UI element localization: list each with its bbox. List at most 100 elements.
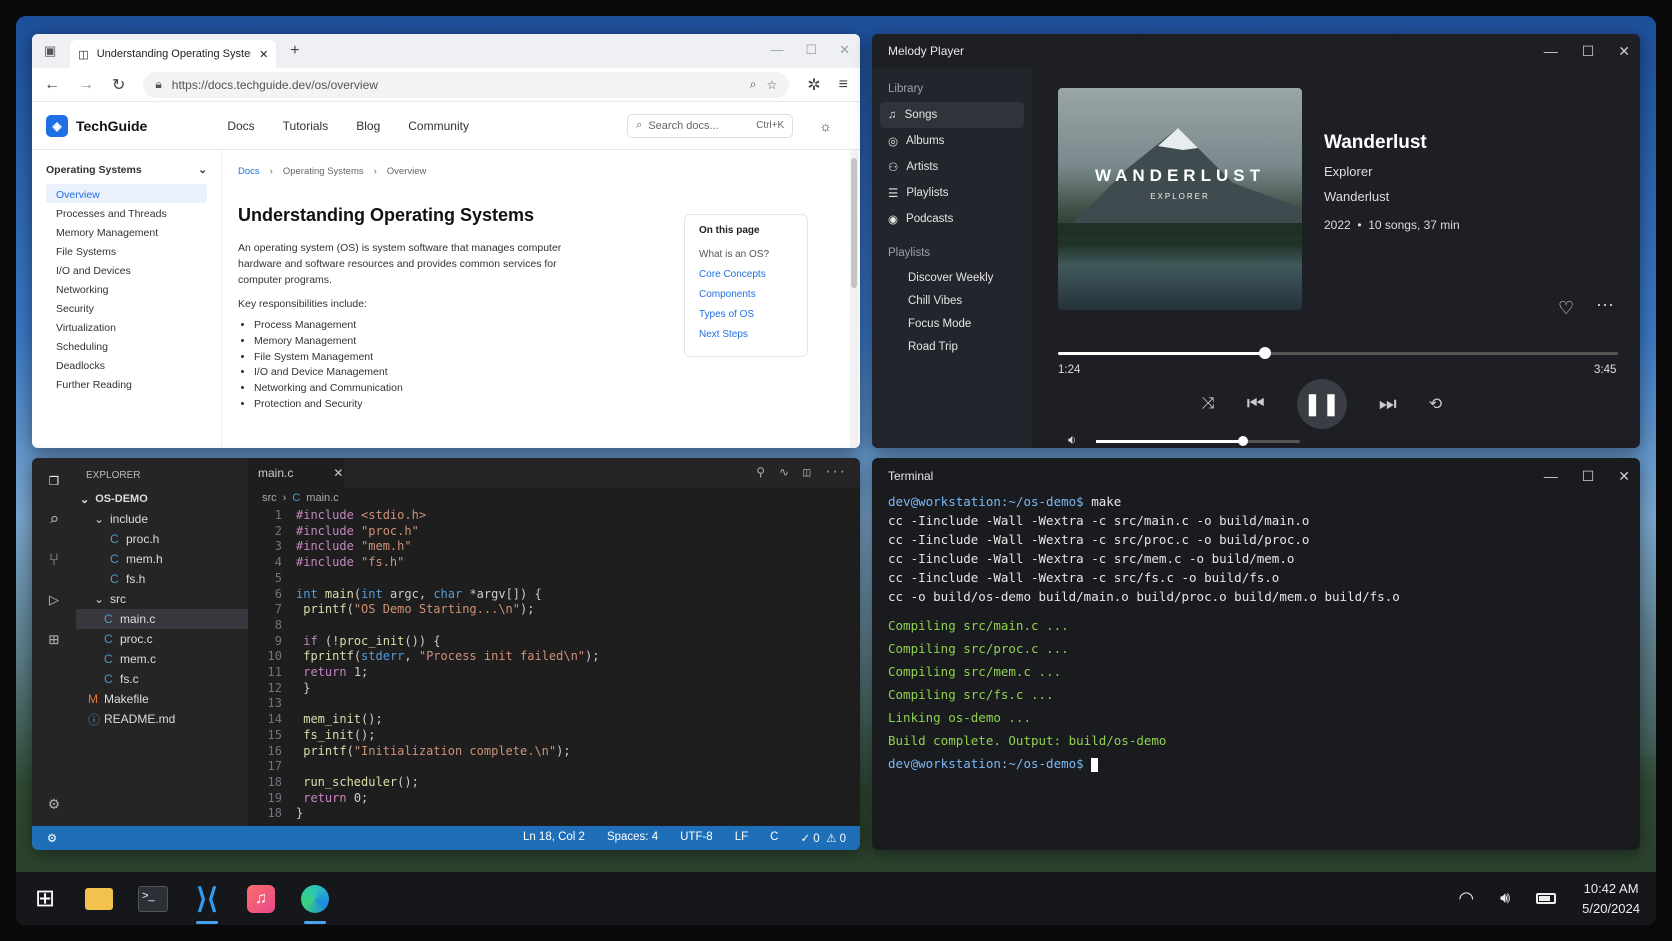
forward-icon[interactable]: →	[78, 76, 94, 94]
tree-item[interactable]: ⓘ README.md	[76, 709, 248, 729]
sidebar-section[interactable]: Operating Systems ⌄	[46, 164, 207, 176]
next-icon[interactable]: ⏭︎	[1379, 393, 1397, 416]
tree-item[interactable]: ⌄ src	[76, 589, 248, 609]
sidebar-item[interactable]: Networking	[46, 279, 207, 298]
browser-tab[interactable]: ◫ Understanding Operating System ✕	[70, 40, 277, 68]
album-name[interactable]: Wanderlust	[1324, 189, 1460, 204]
crumb-file[interactable]: main.c	[306, 492, 338, 504]
remote-icon[interactable]: ⚙	[32, 831, 72, 845]
sidebar-item[interactable]: Overview	[46, 184, 207, 203]
playlist-item[interactable]: Chill Vibes	[880, 289, 1024, 312]
playlist-item[interactable]: Discover Weekly	[880, 266, 1024, 289]
extensions-icon[interactable]: ⊞	[49, 630, 59, 650]
sidebar-item[interactable]: Security	[46, 298, 207, 317]
editor-tab[interactable]: main.c ✕	[248, 458, 344, 488]
zoom-icon[interactable]: ⌕	[750, 77, 757, 92]
toc-link[interactable]: What is an OS?	[699, 249, 793, 269]
code-editor-app-icon[interactable]: ⟩⟨	[190, 882, 224, 924]
run-debug-icon[interactable]: ▷	[49, 590, 59, 610]
artist-name[interactable]: Explorer	[1324, 164, 1460, 179]
breadcrumb-os[interactable]: Operating Systems	[283, 166, 364, 177]
cursor-position[interactable]: Ln 18, Col 2	[523, 831, 585, 845]
library-item[interactable]: ◎ Albums	[880, 128, 1024, 154]
minimize-icon[interactable]: —	[1544, 468, 1558, 484]
sidebar-item[interactable]: File Systems	[46, 241, 207, 260]
close-icon[interactable]: ✕	[1618, 43, 1630, 60]
docs-search-input[interactable]: ⌕ Search docs... Ctrl+K	[627, 113, 794, 138]
compare-icon[interactable]: ∿	[779, 465, 789, 479]
nav-tutorials[interactable]: Tutorials	[283, 119, 329, 133]
tree-item[interactable]: M Makefile	[76, 689, 248, 709]
minimize-icon[interactable]: —	[770, 42, 783, 58]
sidebar-item[interactable]: Virtualization	[46, 317, 207, 336]
theme-toggle-icon[interactable]: ☼	[819, 118, 832, 134]
language-mode[interactable]: C	[770, 831, 778, 845]
search-icon[interactable]: ⌕	[49, 510, 59, 530]
repeat-icon[interactable]: ⟲	[1429, 394, 1442, 414]
music-app-icon[interactable]: ♫	[244, 882, 278, 916]
code-editor[interactable]: 1 #include <stdio.h> 2 #include "proc.h" 3…	[248, 508, 860, 826]
favorite-icon[interactable]: ☆	[766, 78, 777, 92]
library-item[interactable]: ♫ Songs	[880, 102, 1024, 128]
reload-icon[interactable]: ↻	[112, 75, 125, 95]
tree-item[interactable]: Cproc.h	[76, 529, 248, 549]
tab-actions-icon[interactable]: ▣	[44, 43, 56, 59]
battery-icon[interactable]	[1536, 893, 1557, 904]
close-tab-icon[interactable]: ✕	[333, 466, 343, 480]
line-ending[interactable]: LF	[735, 831, 748, 845]
previous-icon[interactable]: ⏮︎	[1247, 393, 1265, 416]
new-tab-icon[interactable]: +	[290, 42, 299, 60]
library-item[interactable]: ◉ Podcasts	[880, 206, 1024, 232]
settings-gear-icon[interactable]: ⚙	[49, 794, 59, 814]
clock[interactable]: 10:42 AM 5/20/2024	[1582, 879, 1640, 919]
toc-link[interactable]: Next Steps	[699, 329, 793, 349]
scrollbar[interactable]	[850, 150, 858, 448]
terminal-output[interactable]: dev@workstation:~/os-demo$ make cc -Iinc…	[872, 494, 1640, 779]
sidebar-item[interactable]: Processes and Threads	[46, 203, 207, 222]
library-item[interactable]: ☰ Playlists	[880, 180, 1024, 206]
sidebar-item[interactable]: Further Reading	[46, 374, 207, 393]
volume-icon[interactable]: 🔊︎	[1500, 890, 1510, 908]
tree-item[interactable]: Cfs.h	[76, 569, 248, 589]
back-icon[interactable]: ←	[44, 76, 60, 94]
start-icon[interactable]: ⊞	[28, 882, 62, 916]
tree-item[interactable]: ⌄ include	[76, 509, 248, 529]
file-explorer-icon[interactable]	[82, 882, 116, 916]
sidebar-item[interactable]: I/O and Devices	[46, 260, 207, 279]
pause-button[interactable]: ❚❚	[1296, 379, 1347, 429]
source-control-icon[interactable]: ⑂	[49, 550, 59, 570]
volume-slider[interactable]	[1096, 436, 1300, 446]
tree-item[interactable]: Cfs.c	[76, 669, 248, 689]
tree-item[interactable]: Cmem.h	[76, 549, 248, 569]
maximize-icon[interactable]: ☐	[1582, 468, 1595, 485]
more-options-icon[interactable]: ···	[1596, 294, 1614, 315]
nav-docs[interactable]: Docs	[227, 119, 254, 133]
toc-link[interactable]: Core Concepts	[699, 269, 793, 289]
crumb-folder[interactable]: src	[262, 492, 277, 504]
open-changes-icon[interactable]: ⚲	[756, 465, 765, 479]
files-icon[interactable]: ❐	[49, 470, 59, 490]
playlist-item[interactable]: Road Trip	[880, 335, 1024, 358]
tree-item[interactable]: Cmem.c	[76, 649, 248, 669]
sidebar-item[interactable]: Memory Management	[46, 222, 207, 241]
shuffle-icon[interactable]: ⤨	[1202, 395, 1215, 413]
close-icon[interactable]: ✕	[1618, 468, 1630, 485]
wifi-icon[interactable]: ◠	[1458, 888, 1474, 909]
address-bar[interactable]: 🔒︎ https://docs.techguide.dev/os/overvie…	[143, 71, 790, 98]
terminal-app-icon[interactable]: >_	[136, 882, 170, 916]
indentation[interactable]: Spaces: 4	[607, 831, 658, 845]
tree-item[interactable]: Cproc.c	[76, 629, 248, 649]
toc-link[interactable]: Components	[699, 289, 793, 309]
heart-icon[interactable]: ♡	[1558, 298, 1574, 319]
volume-icon[interactable]: 🔉︎	[1068, 432, 1076, 448]
breadcrumb-docs[interactable]: Docs	[238, 166, 260, 177]
minimize-icon[interactable]: —	[1544, 43, 1558, 59]
toc-link[interactable]: Types of OS	[699, 309, 793, 329]
sidebar-item[interactable]: Scheduling	[46, 336, 207, 355]
close-tab-icon[interactable]: ✕	[259, 48, 268, 61]
encoding[interactable]: UTF-8	[680, 831, 713, 845]
nav-community[interactable]: Community	[408, 119, 469, 133]
library-item[interactable]: ⚇ Artists	[880, 154, 1024, 180]
nav-blog[interactable]: Blog	[356, 119, 380, 133]
extensions-icon[interactable]: ✲	[807, 75, 820, 95]
